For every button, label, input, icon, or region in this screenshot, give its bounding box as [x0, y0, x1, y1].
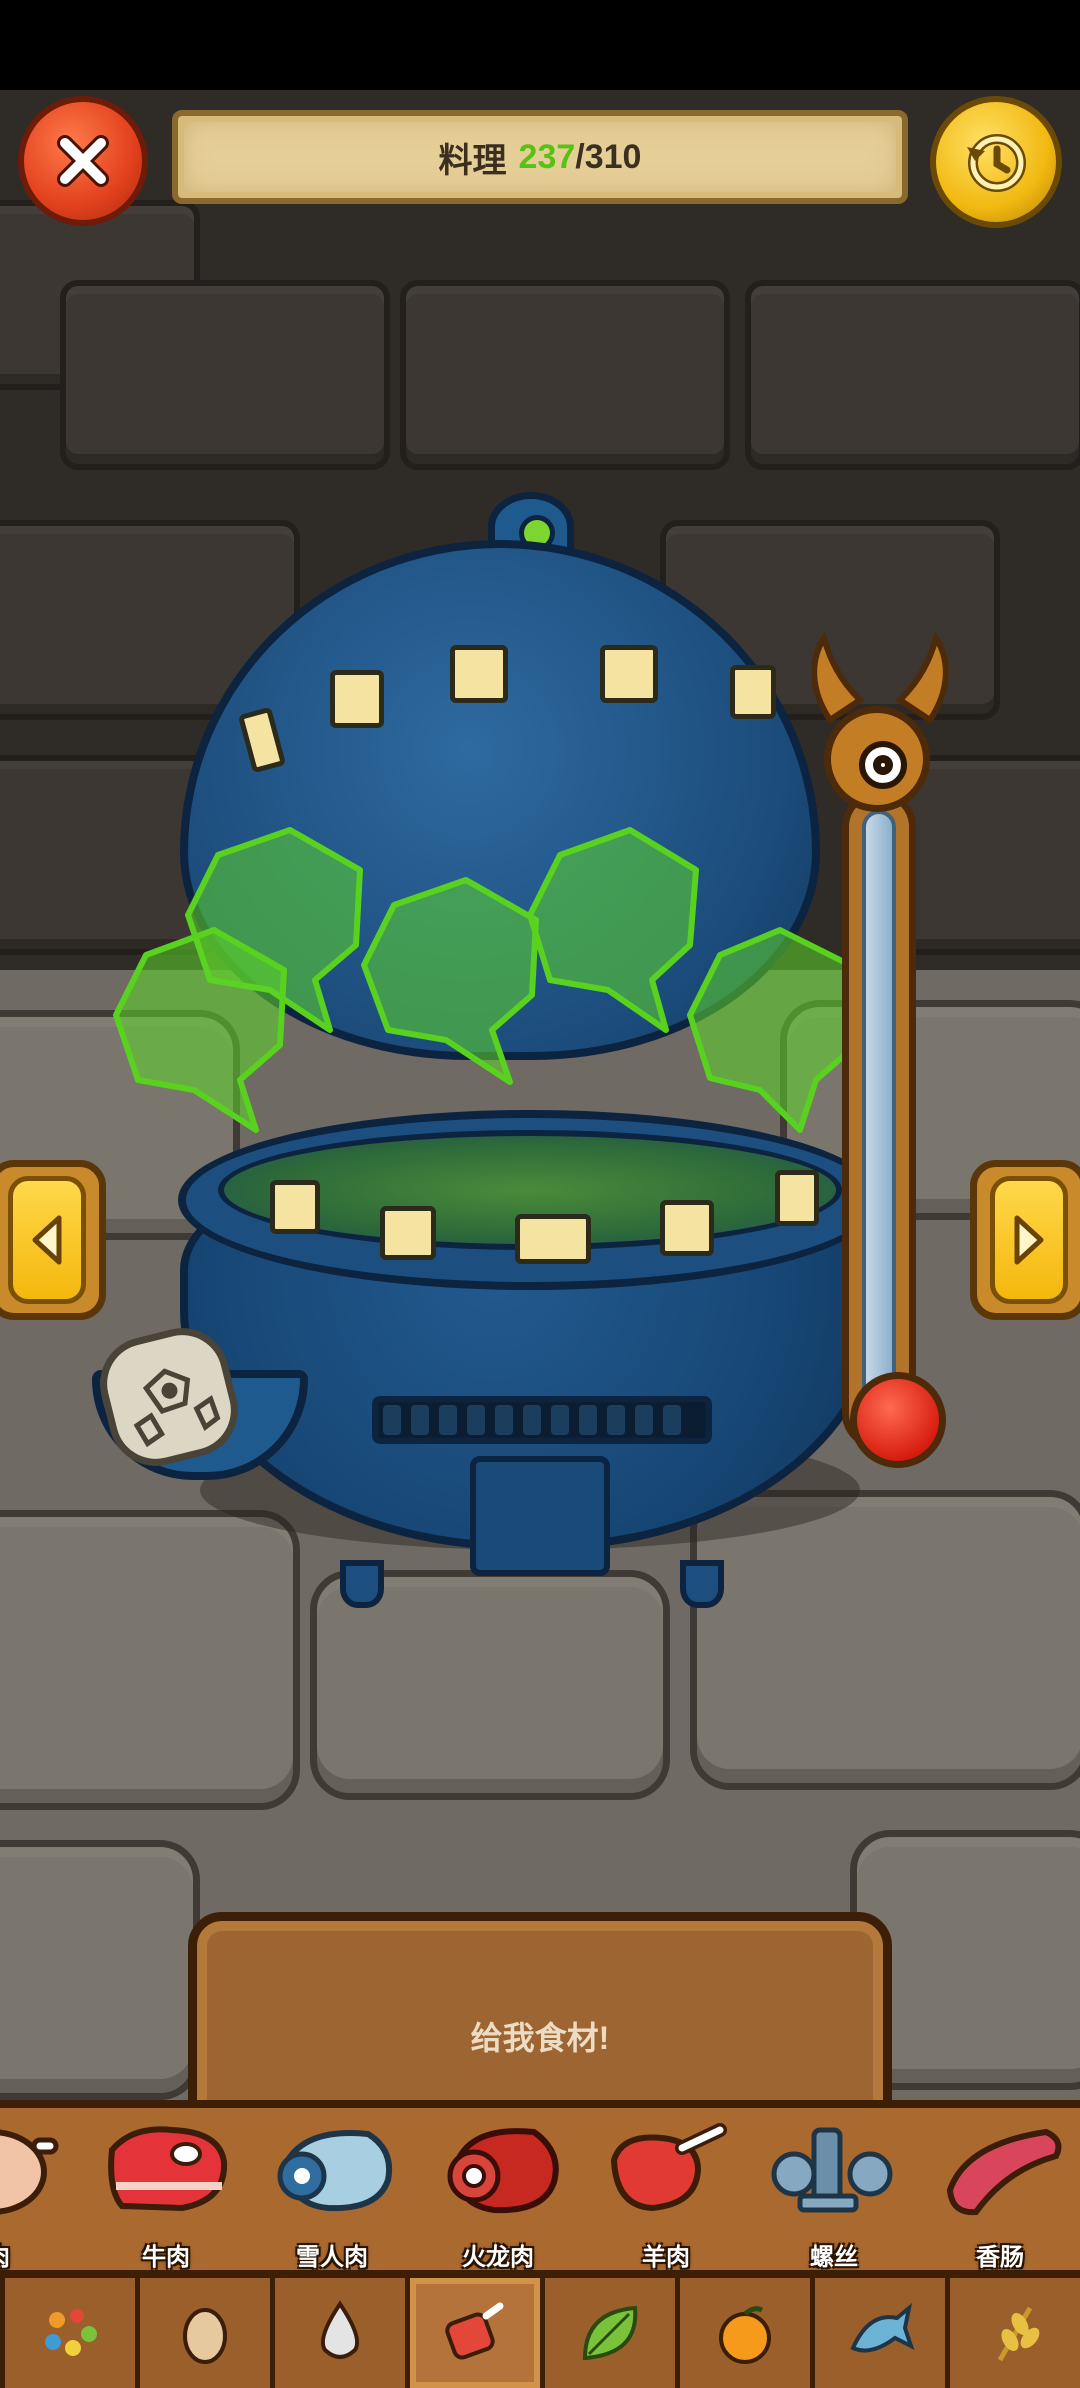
lamb-chop-icon [610, 2123, 727, 2212]
recipes-discovered-count: 237 [518, 137, 576, 176]
thermometer-eye [824, 706, 930, 812]
lid-window [450, 645, 508, 703]
yeti-meat-icon [277, 2130, 392, 2212]
floor-stone [0, 1840, 200, 2100]
tab-fruit[interactable] [675, 2278, 810, 2388]
close-icon [57, 135, 109, 187]
brick [60, 280, 390, 470]
status-bar [0, 0, 1080, 90]
mixed-ingredients-icon [45, 2309, 97, 2356]
fish-icon [850, 2302, 915, 2353]
history-button[interactable] [930, 96, 1062, 228]
ingredient-item[interactable]: 羊肉 [584, 2108, 748, 2278]
ingredient-name: 牛肉 [142, 2244, 190, 2271]
green-steam [113, 827, 863, 1133]
ingredient-item[interactable]: 火龙肉 [416, 2108, 580, 2278]
ingredient-name: 螺丝 [810, 2244, 858, 2271]
steam-puff [361, 877, 539, 1085]
floor-stone [0, 1510, 300, 1810]
lid-window [330, 670, 384, 728]
steam-puff [687, 927, 863, 1133]
recipes-total-count: 310 [584, 137, 642, 176]
ingredient-name: 火龙肉 [462, 2244, 534, 2271]
category-tabs [0, 2278, 1080, 2388]
tab-seafood[interactable] [810, 2278, 945, 2388]
count-separator: / [575, 137, 585, 176]
screws-icon [771, 2127, 893, 2213]
cauldron-grill [372, 1396, 712, 1444]
tab-egg[interactable] [135, 2278, 270, 2388]
cauldron-foot [680, 1560, 724, 1608]
history-clock-icon [967, 134, 1026, 192]
drumstick-icon [0, 2129, 59, 2215]
floor-stone [690, 1490, 1080, 1790]
tab-meat[interactable] [405, 2278, 540, 2388]
brick [745, 280, 1080, 470]
thermometer-bulb [850, 1372, 946, 1468]
ingredient-name: 羊肉 [642, 2244, 690, 2271]
cauldron-door [470, 1456, 610, 1576]
drop-icon [320, 2300, 360, 2359]
ingredient-item[interactable]: 牛肉 [84, 2108, 248, 2278]
recipe-progress-banner: 料理 237 / 310 [172, 110, 908, 204]
steam-puff [113, 927, 287, 1133]
ingredient-name: 肉 [0, 2237, 80, 2272]
previous-button[interactable] [0, 1160, 106, 1320]
board-message: 给我食材! [470, 2020, 610, 2056]
ingredient-item[interactable]: 螺丝 [752, 2108, 916, 2278]
sausage-icon [946, 2128, 1062, 2216]
cooking-scene: 料理 237 / 310 给我食材! 牛肉 雪人肉 火龙肉 羊肉 螺丝 香肠 [0, 90, 1080, 2388]
close-button[interactable] [18, 96, 148, 226]
meat-icon [445, 2302, 504, 2360]
ingredient-item[interactable]: 雪人肉 [250, 2108, 414, 2278]
cauldron-foot [340, 1560, 384, 1608]
lid-window [730, 665, 776, 719]
wheat-icon [997, 2306, 1040, 2362]
thermometer-glass [862, 810, 896, 1410]
beef-steak-icon [108, 2126, 228, 2212]
tab-grain[interactable] [945, 2278, 1080, 2388]
ingredient-name: 香肠 [976, 2244, 1024, 2271]
tab-liquid[interactable] [270, 2278, 405, 2388]
tab-vegetable[interactable] [540, 2278, 675, 2388]
lid-window [600, 645, 658, 703]
banner-label: 料理 [438, 141, 507, 180]
ingredient-item[interactable]: 肉 [0, 2108, 80, 2278]
ingredient-shelf[interactable]: 肉 牛肉 雪人肉 火龙肉 [0, 2100, 1080, 2278]
arrow-left-icon [32, 1215, 62, 1265]
steam-puff [527, 827, 699, 1033]
leaf-icon [582, 2305, 638, 2361]
tab-mixed[interactable] [0, 2278, 135, 2388]
brick [400, 280, 730, 470]
ingredient-name: 雪人肉 [296, 2244, 368, 2271]
ingredient-item[interactable]: 香肠 [918, 2108, 1080, 2278]
dragon-meat-icon [447, 2128, 559, 2214]
orange-icon [719, 2306, 771, 2364]
arrow-right-icon [1014, 1215, 1044, 1265]
next-button[interactable] [970, 1160, 1080, 1320]
egg-icon [183, 2308, 227, 2364]
